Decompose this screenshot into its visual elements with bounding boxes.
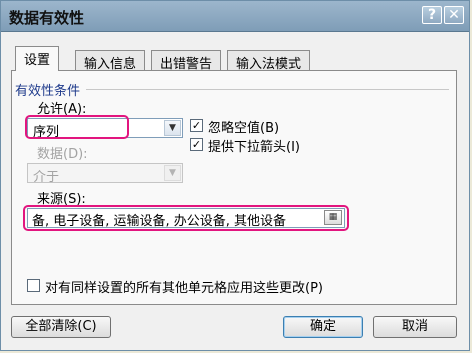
data-select: 介于 ▼ bbox=[27, 163, 183, 185]
title-bar[interactable]: 数据有效性 ? ✕ bbox=[1, 1, 469, 32]
dropdown-arrow-checkbox[interactable]: ✓ bbox=[190, 138, 203, 151]
tab-settings[interactable]: 设置 bbox=[15, 46, 60, 71]
apply-all-label: 对有同样设置的所有其他单元格应用这些更改(P) bbox=[45, 281, 323, 296]
close-button[interactable]: ✕ bbox=[444, 6, 464, 24]
help-button[interactable]: ? bbox=[422, 6, 442, 24]
allow-value: 序列 bbox=[33, 125, 60, 140]
apply-all-checkbox[interactable] bbox=[27, 279, 40, 292]
check-icon: ✓ bbox=[191, 119, 202, 132]
dialog-window: 数据有效性 ? ✕ 设置 输入信息 出错警告 输入法模式 有效性条件 允许(A)… bbox=[0, 0, 470, 351]
data-value: 介于 bbox=[33, 170, 60, 185]
allow-label: 允许(A): bbox=[37, 102, 87, 117]
validation-criteria-title: 有效性条件 bbox=[15, 80, 87, 99]
source-label: 来源(S): bbox=[37, 192, 86, 207]
range-select-icon[interactable]: ▦ bbox=[324, 210, 342, 225]
source-input[interactable]: 备, 电子设备, 运输设备, 办公设备, 其他设备 ▦ bbox=[27, 208, 345, 228]
ignore-blank-label: 忽略空值(B) bbox=[208, 121, 280, 136]
check-icon: ✓ bbox=[191, 138, 202, 151]
ok-button[interactable]: 确定 bbox=[283, 316, 363, 338]
tab-ime-mode[interactable]: 输入法模式 bbox=[227, 50, 311, 72]
ignore-blank-checkbox[interactable]: ✓ bbox=[190, 119, 203, 132]
data-label: 数据(D): bbox=[37, 147, 88, 162]
dialog-title: 数据有效性 bbox=[9, 9, 85, 27]
cancel-button[interactable]: 取消 bbox=[373, 316, 457, 338]
clear-all-button[interactable]: 全部清除(C) bbox=[11, 316, 111, 338]
dropdown-arrow-label: 提供下拉箭头(I) bbox=[208, 140, 300, 155]
chevron-down-icon: ▼ bbox=[164, 165, 181, 181]
tab-error-alert[interactable]: 出错警告 bbox=[151, 50, 222, 72]
source-value: 备, 电子设备, 运输设备, 办公设备, 其他设备 bbox=[32, 214, 287, 228]
tab-input-message[interactable]: 输入信息 bbox=[75, 50, 146, 72]
allow-select[interactable]: 序列 ▼ bbox=[27, 118, 183, 140]
chevron-down-icon[interactable]: ▼ bbox=[164, 120, 181, 136]
